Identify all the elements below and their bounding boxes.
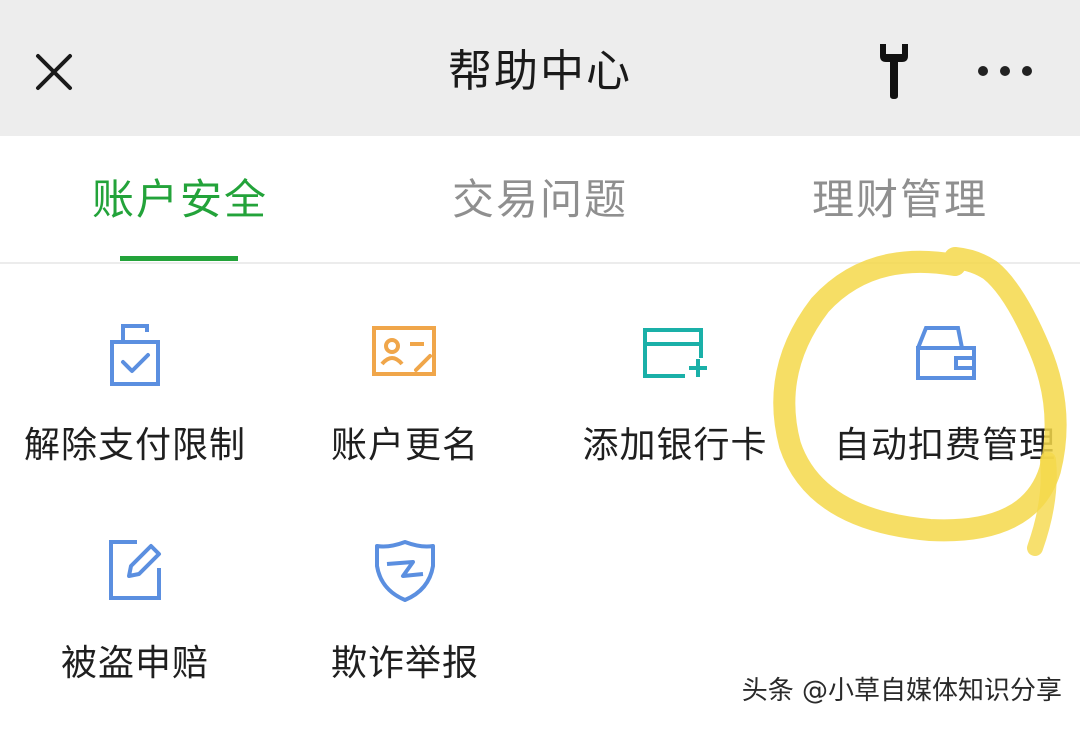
grid-item-fraud-report[interactable]: 欺诈举报 — [270, 536, 540, 736]
tab-account-security[interactable]: 账户安全 — [0, 172, 360, 228]
item-label: 添加银行卡 — [582, 425, 768, 466]
tab-wealth-management[interactable]: 理财管理 — [720, 172, 1080, 228]
grid-item-lift-payment-limit[interactable]: 解除支付限制 — [0, 318, 270, 518]
edit-doc-icon — [109, 540, 161, 600]
page-title: 帮助中心 — [448, 46, 632, 97]
item-label: 账户更名 — [330, 425, 479, 466]
grid-item-auto-deduction[interactable]: 自动扣费管理 — [810, 318, 1080, 518]
wallet-icon — [916, 326, 976, 380]
item-label: 被盗申赔 — [60, 643, 209, 684]
shield-icon — [375, 540, 435, 602]
item-label: 欺诈举报 — [330, 643, 479, 684]
tab-transaction-issues[interactable]: 交易问题 — [360, 172, 720, 228]
grid-item-theft-claim[interactable]: 被盗申赔 — [0, 536, 270, 736]
tab-bar: 账户安全 交易问题 理财管理 — [0, 136, 1080, 264]
grid-item-rename-account[interactable]: 账户更名 — [270, 318, 540, 518]
active-tab-indicator — [120, 256, 238, 261]
lock-check-icon — [110, 324, 160, 386]
grid-item-add-bank-card[interactable]: 添加银行卡 — [540, 318, 810, 518]
id-card-edit-icon — [372, 326, 436, 376]
item-label: 自动扣费管理 — [833, 425, 1056, 466]
card-add-icon — [643, 328, 707, 378]
nav-header: 帮助中心 — [0, 0, 1080, 136]
item-label: 解除支付限制 — [23, 425, 246, 466]
more-horizontal-icon[interactable] — [976, 58, 1034, 84]
watermark: 头条 @小草自媒体知识分享 — [741, 676, 1062, 706]
wrench-icon[interactable] — [872, 42, 916, 100]
